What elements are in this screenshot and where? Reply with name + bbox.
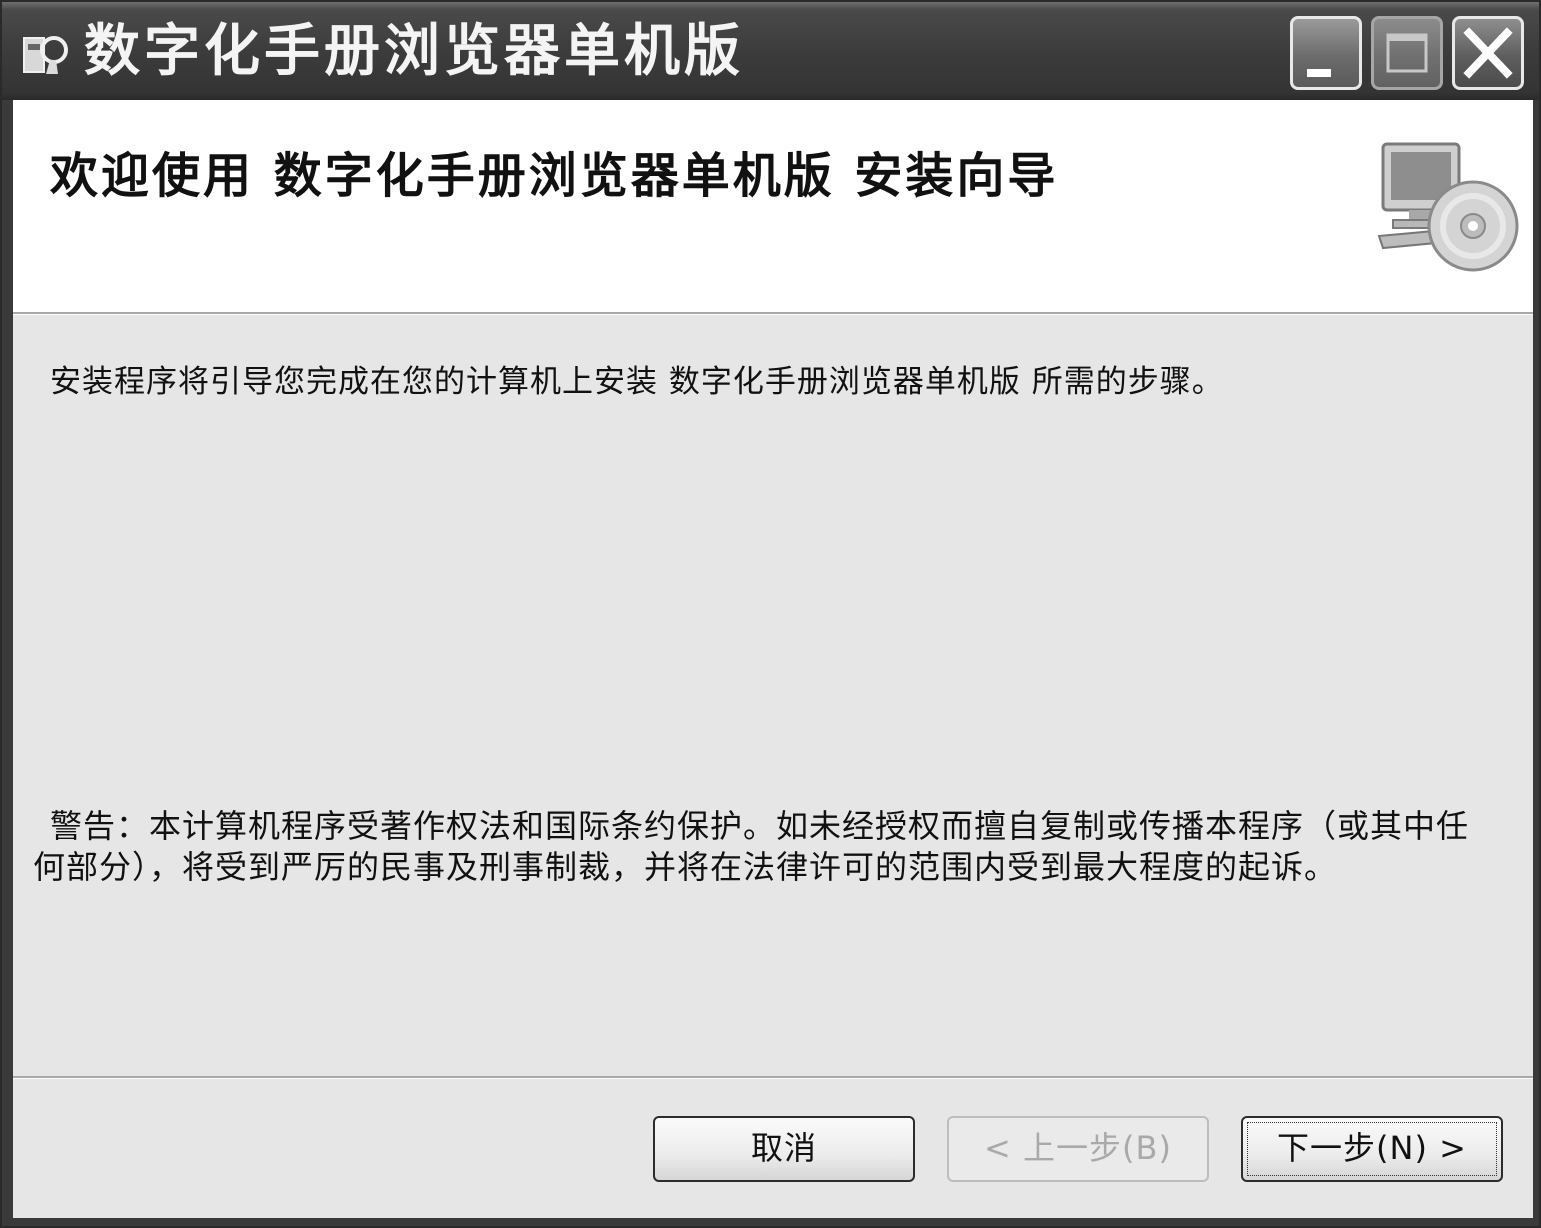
title-bar[interactable]: 数字化手册浏览器单机版 (2, 2, 1539, 100)
focus-rectangle (1247, 1122, 1497, 1176)
maximize-button[interactable] (1371, 16, 1443, 90)
wizard-title: 欢迎使用 数字化手册浏览器单机版 安装向导 (50, 148, 1059, 204)
wizard-content: 欢迎使用 数字化手册浏览器单机版 安装向导 安装程序将引导您完成在您的计算机上安… (13, 100, 1533, 1218)
installer-icon (23, 36, 68, 74)
intro-text: 安装程序将引导您完成在您的计算机上安装 数字化手册浏览器单机版 所需的步骤。 (50, 364, 1224, 400)
minimize-button[interactable] (1290, 16, 1362, 90)
header-divider-highlight (13, 314, 1533, 315)
installer-window: 数字化手册浏览器单机版 欢迎使用 数字化手册浏览器单机版 安装向导 安装程序将引… (0, 0, 1541, 1228)
cancel-button[interactable]: 取消 (653, 1116, 915, 1182)
window-title: 数字化手册浏览器单机版 (84, 18, 744, 84)
copyright-warning: 警告：本计算机程序受著作权法和国际条约保护。如未经授权而擅自复制或传播本程序（或… (33, 807, 1470, 886)
computer-cd-icon (1377, 142, 1519, 272)
close-icon (1463, 27, 1513, 79)
minimize-icon (1307, 69, 1331, 77)
maximize-icon (1386, 33, 1428, 73)
back-button[interactable]: < 上一步(B) (947, 1116, 1209, 1182)
footer-divider-highlight (13, 1078, 1533, 1079)
wizard-header: 欢迎使用 数字化手册浏览器单机版 安装向导 (13, 100, 1533, 312)
close-button[interactable] (1452, 16, 1524, 90)
next-button[interactable]: 下一步(N) > (1241, 1116, 1503, 1182)
